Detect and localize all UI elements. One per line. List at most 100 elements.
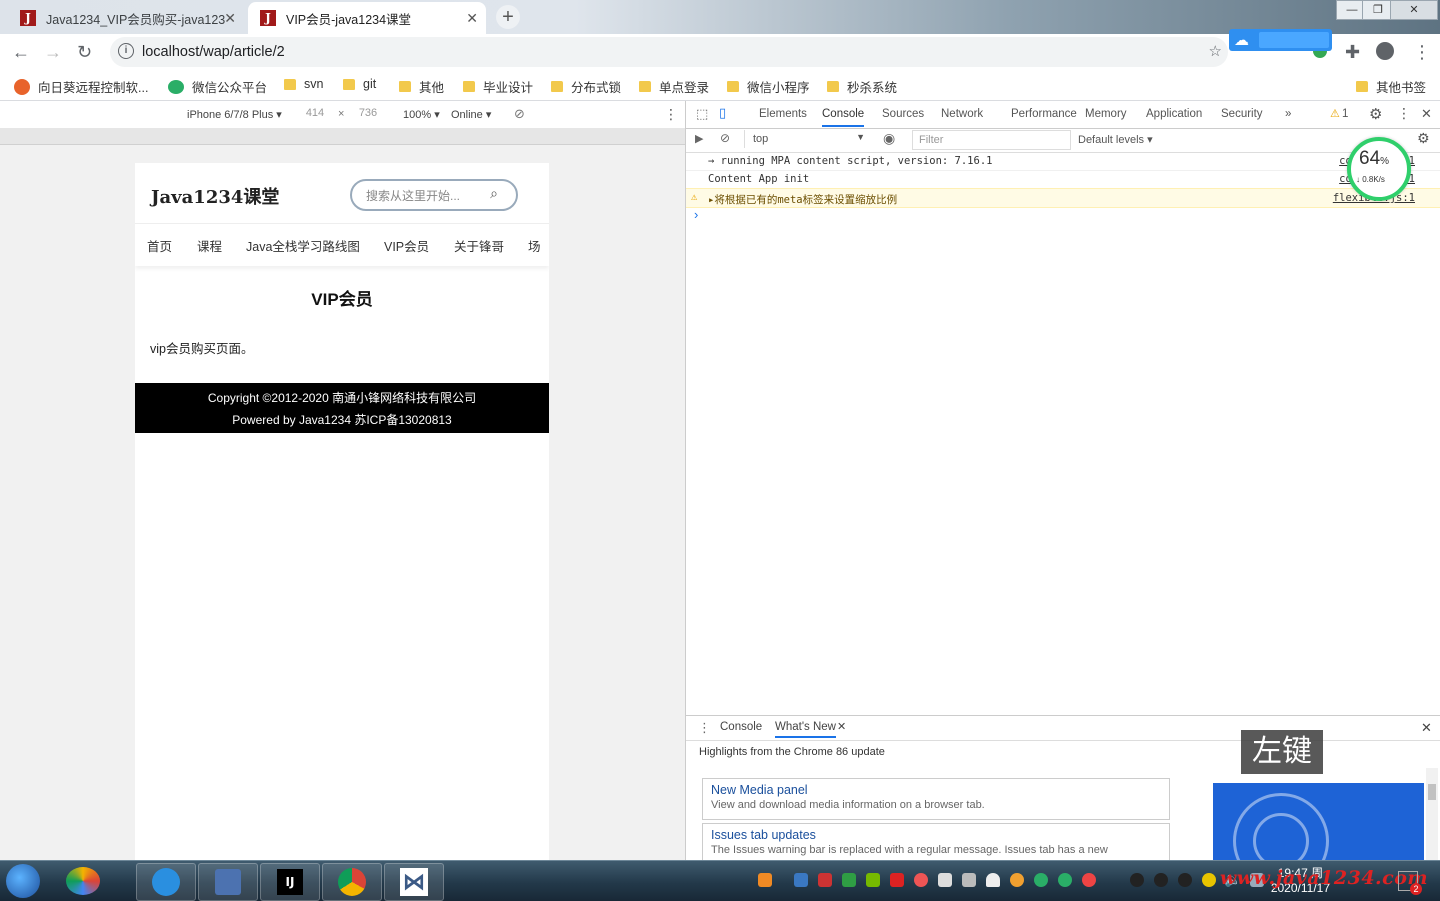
close-drawer-icon[interactable]: ✕ xyxy=(1421,720,1432,736)
nav-link-vip[interactable]: VIP会员 xyxy=(384,236,429,255)
tab-application[interactable]: Application xyxy=(1146,108,1202,120)
rotate-icon[interactable]: ⊘ xyxy=(514,106,525,122)
notification-bell-icon[interactable] xyxy=(986,873,1000,887)
tray-app-icon[interactable] xyxy=(818,873,832,887)
nav-link-courses[interactable]: 课程 xyxy=(197,236,222,255)
back-icon[interactable]: ← xyxy=(12,42,30,63)
bookmark-folder[interactable]: 分布式锁 xyxy=(551,77,621,96)
tab-network[interactable]: Network xyxy=(941,108,983,120)
tab-elements[interactable]: Elements xyxy=(759,108,807,120)
wechat-tray-icon[interactable] xyxy=(1034,873,1048,887)
profile-avatar-icon[interactable] xyxy=(1376,42,1394,60)
site-logo-title[interactable]: Java1234课堂 xyxy=(151,183,279,209)
bookmark-item[interactable]: 微信公众平台 xyxy=(168,77,267,96)
zoom-select[interactable]: 100% ▾ xyxy=(403,108,440,121)
bookmark-folder[interactable]: 单点登录 xyxy=(639,77,709,96)
clear-console-icon[interactable]: ⊘ xyxy=(720,131,730,145)
taskbar-app-editor[interactable] xyxy=(198,863,258,901)
tray-cloud-icon[interactable] xyxy=(938,873,952,887)
tray-window-icon[interactable] xyxy=(962,873,976,887)
url-text[interactable]: localhost/wap/article/2 xyxy=(142,44,285,60)
chrome-menu-icon[interactable]: ⋮ xyxy=(1413,42,1431,63)
device-select[interactable]: iPhone 6/7/8 Plus ▾ xyxy=(187,108,282,121)
inspect-element-icon[interactable]: ⬚ xyxy=(696,106,708,122)
device-options-icon[interactable]: ⋮ xyxy=(664,106,678,123)
nav-link-home[interactable]: 首页 xyxy=(147,236,172,255)
bookmark-star-icon[interactable]: ☆ xyxy=(1209,42,1222,60)
tray-orange-icon[interactable] xyxy=(1010,873,1024,887)
tray-cube-icon[interactable] xyxy=(794,873,808,887)
context-select[interactable]: top ▼ xyxy=(744,130,869,148)
browser-tab-active[interactable]: J VIP会员-java1234课堂 ✕ xyxy=(248,2,486,34)
drawer-tab-whats-new[interactable]: What's New xyxy=(775,721,836,738)
pinwheel-app-icon[interactable] xyxy=(66,867,100,895)
taskbar-app-intellij[interactable]: IJ xyxy=(260,863,320,901)
console-settings-icon[interactable]: ⚙ xyxy=(1417,130,1430,147)
wechat-work-tray-icon[interactable] xyxy=(1058,873,1072,887)
bookmark-folder[interactable]: 其他 xyxy=(399,77,444,96)
new-tab-button[interactable]: + xyxy=(496,5,520,29)
tab-performance[interactable]: Performance xyxy=(1011,108,1077,120)
extensions-puzzle-icon[interactable]: ✚ xyxy=(1345,42,1360,63)
bookmark-folder[interactable]: git xyxy=(343,77,376,91)
taskbar-app-browser[interactable] xyxy=(136,863,196,901)
viewport-height-input[interactable]: 736 xyxy=(350,105,386,122)
tray-flower-icon[interactable] xyxy=(914,873,928,887)
console-warning-row[interactable]: ⚠ ▸将根据已有的meta标签来设置缩放比例 flexible.js:1 xyxy=(686,188,1440,208)
qq-tray-icon[interactable] xyxy=(1154,873,1168,887)
bookmark-folder[interactable]: 毕业设计 xyxy=(463,77,533,96)
windows-start-icon[interactable] xyxy=(6,864,40,898)
tray-s-icon[interactable] xyxy=(890,873,904,887)
cloud-extension-popup[interactable]: ☁ xyxy=(1229,29,1332,51)
card-title[interactable]: Issues tab updates xyxy=(711,828,816,842)
tab-security[interactable]: Security xyxy=(1221,108,1263,120)
nav-link-more[interactable]: 场 xyxy=(528,236,541,255)
taskbar-app-typora[interactable]: ⋈ xyxy=(384,863,444,901)
more-tabs-button[interactable]: » xyxy=(1285,108,1291,120)
close-devtools-icon[interactable]: ✕ xyxy=(1421,106,1432,122)
reload-icon[interactable]: ↻ xyxy=(77,42,92,63)
scrollbar-thumb[interactable] xyxy=(1428,784,1436,800)
qq-tray-icon[interactable] xyxy=(1130,873,1144,887)
drawer-scrollbar[interactable] xyxy=(1426,768,1438,861)
network-speed-widget[interactable]: 64% ↓ 0.8K/s xyxy=(1347,137,1411,201)
qq-tray-icon[interactable] xyxy=(1178,873,1192,887)
security-shield-icon[interactable] xyxy=(842,873,856,887)
taskbar-app-chrome[interactable] xyxy=(322,863,382,901)
settings-gear-icon[interactable]: ⚙ xyxy=(1369,105,1382,123)
nav-link-roadmap[interactable]: Java全栈学习路线图 xyxy=(246,236,360,255)
sidebar-toggle-icon[interactable]: ▶ xyxy=(695,132,703,145)
browser-tab[interactable]: J Java1234_VIP会员购买-java123 ✕ xyxy=(8,2,244,34)
nav-link-about[interactable]: 关于锋哥 xyxy=(454,236,504,255)
close-tab-icon[interactable]: ✕ xyxy=(466,10,478,27)
drawer-menu-icon[interactable]: ⋮ xyxy=(698,720,711,736)
sogou-ime-icon[interactable] xyxy=(758,873,772,887)
close-drawer-tab-icon[interactable]: ✕ xyxy=(837,720,846,733)
forward-icon[interactable]: → xyxy=(44,42,62,63)
console-filter-input[interactable]: Filter xyxy=(912,130,1071,150)
drawer-tab-console[interactable]: Console xyxy=(720,721,762,733)
whats-new-card[interactable]: New Media panel View and download media … xyxy=(702,778,1170,820)
close-window-button[interactable]: ✕ xyxy=(1390,0,1438,20)
devtools-menu-icon[interactable]: ⋮ xyxy=(1397,105,1411,122)
search-icon[interactable]: ⌕ xyxy=(490,185,498,202)
close-tab-icon[interactable]: ✕ xyxy=(224,10,236,27)
card-title[interactable]: New Media panel xyxy=(711,783,808,797)
site-info-icon[interactable]: i xyxy=(118,43,134,59)
nvidia-icon[interactable] xyxy=(866,873,880,887)
device-toggle-icon[interactable]: ▯ xyxy=(719,105,726,121)
tab-sources[interactable]: Sources xyxy=(882,108,924,120)
tab-memory[interactable]: Memory xyxy=(1085,108,1127,120)
address-bar[interactable]: i localhost/wap/article/2 ☆ xyxy=(110,37,1228,67)
other-bookmarks-folder[interactable]: 其他书签 xyxy=(1356,77,1426,96)
bookmark-folder[interactable]: svn xyxy=(284,77,323,91)
whats-new-card[interactable]: Issues tab updates The Issues warning ba… xyxy=(702,823,1170,865)
tray-yellow-icon[interactable] xyxy=(1202,873,1216,887)
bookmark-folder[interactable]: 秒杀系统 xyxy=(827,77,897,96)
tray-red-icon[interactable] xyxy=(1082,873,1096,887)
warning-icon[interactable]: ⚠ xyxy=(1330,107,1340,120)
tab-console[interactable]: Console xyxy=(822,108,865,127)
bookmark-folder[interactable]: 微信小程序 xyxy=(727,77,810,96)
log-levels-select[interactable]: Default levels ▾ xyxy=(1078,133,1153,146)
console-prompt[interactable]: › xyxy=(694,207,698,222)
